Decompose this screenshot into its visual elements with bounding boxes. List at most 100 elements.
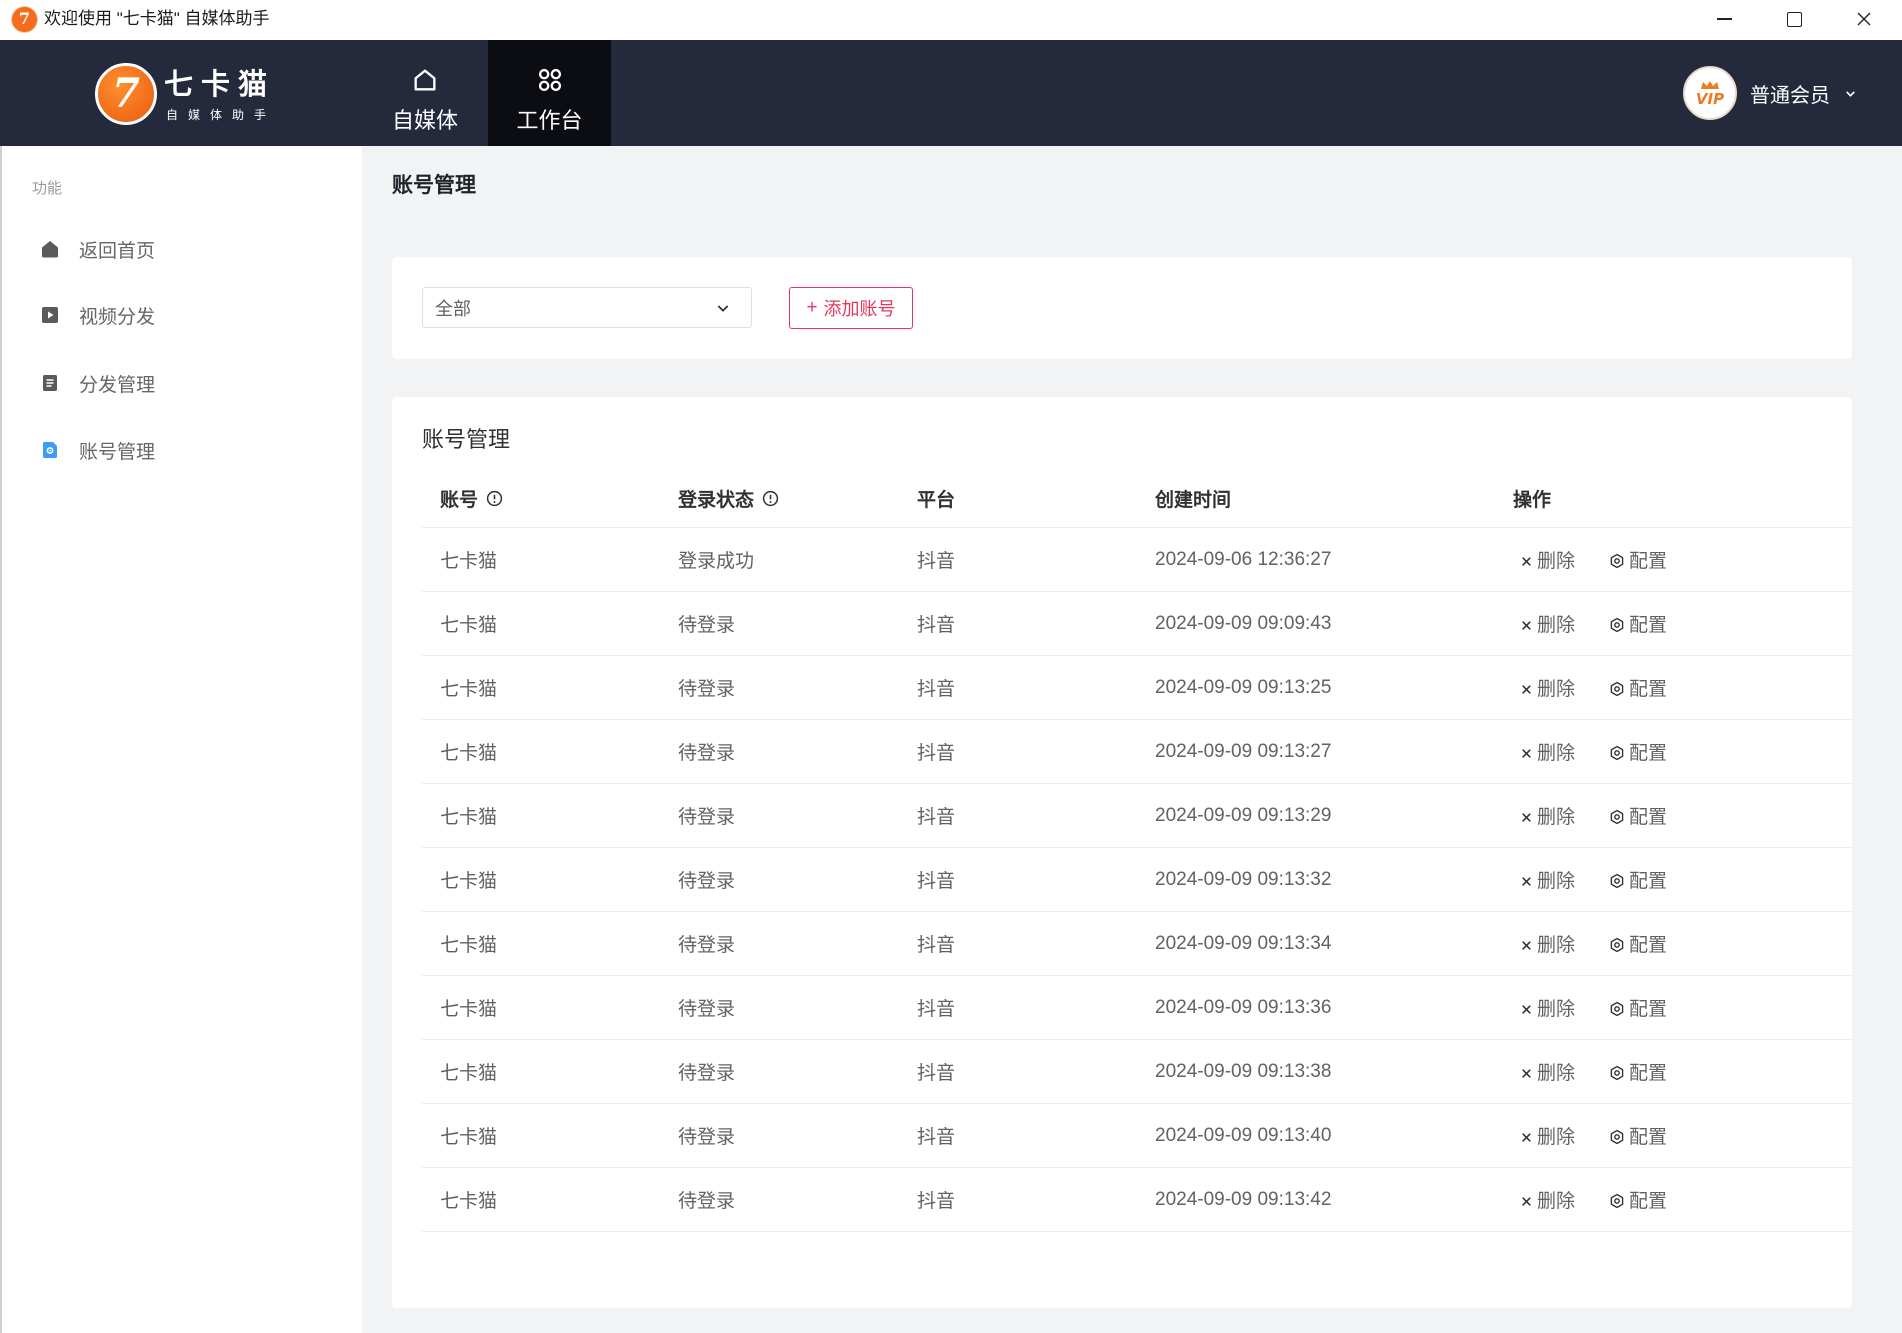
close-icon: [1522, 1004, 1531, 1014]
cell-account: 七卡猫: [440, 999, 498, 1020]
page-title: 账号管理: [392, 174, 476, 197]
close-icon: [1522, 1196, 1531, 1206]
delete-button[interactable]: 删除: [1520, 1122, 1575, 1149]
settings-hex-icon: [1610, 1193, 1624, 1208]
delete-label: 删除: [1537, 1063, 1576, 1084]
config-label: 配置: [1629, 551, 1668, 572]
close-icon: [1522, 1132, 1531, 1142]
cell-actions: 删除 配置: [1495, 592, 1852, 655]
cell-login-status: 待登录: [678, 615, 736, 636]
cell-account: 七卡猫: [440, 1127, 498, 1148]
column-header-account: 账号: [422, 469, 660, 527]
config-button[interactable]: 配置: [1609, 866, 1667, 893]
cell-platform: 抖音: [917, 999, 956, 1020]
delete-button[interactable]: 删除: [1520, 802, 1575, 829]
cell-actions: 删除 配置: [1495, 528, 1852, 591]
user-menu[interactable]: VIP 普通会员: [1683, 65, 1857, 121]
cell-login-status: 待登录: [678, 807, 736, 828]
cell-actions: 删除 配置: [1495, 784, 1852, 847]
delete-label: 删除: [1537, 1191, 1576, 1212]
delete-button[interactable]: 删除: [1520, 610, 1575, 637]
delete-button[interactable]: 删除: [1520, 1058, 1575, 1085]
window-titlebar: 7 欢迎使用 "七卡猫" 自媒体助手: [0, 0, 1902, 40]
config-button[interactable]: 配置: [1609, 802, 1667, 829]
cell-account: 七卡猫: [440, 551, 498, 572]
platform-select[interactable]: 全部: [422, 287, 752, 328]
cell-login-status: 待登录: [678, 679, 736, 700]
config-label: 配置: [1629, 1191, 1668, 1212]
config-button[interactable]: 配置: [1609, 1058, 1667, 1085]
file-settings-icon: [40, 440, 60, 460]
config-button[interactable]: 配置: [1609, 546, 1667, 573]
config-label: 配置: [1629, 615, 1668, 636]
config-button[interactable]: 配置: [1609, 930, 1667, 957]
maximize-icon: [1786, 11, 1802, 27]
delete-button[interactable]: 删除: [1520, 738, 1575, 765]
sidebar-section-label: 功能: [32, 180, 63, 197]
cell-login-status: 待登录: [678, 1127, 736, 1148]
settings-hex-icon: [1610, 553, 1624, 568]
config-button[interactable]: 配置: [1609, 610, 1667, 637]
settings-hex-icon: [1610, 1065, 1624, 1080]
config-button[interactable]: 配置: [1609, 1122, 1667, 1149]
settings-hex-icon: [1610, 873, 1624, 888]
column-header-label: 账号: [440, 489, 479, 511]
cell-created-time: 2024-09-09 09:13:32: [1155, 868, 1332, 890]
config-button[interactable]: 配置: [1609, 738, 1667, 765]
column-header-platform: 平台: [899, 469, 1137, 527]
cell-created-time: 2024-09-09 09:13:40: [1155, 1124, 1332, 1146]
delete-button[interactable]: 删除: [1520, 546, 1575, 573]
maximize-button[interactable]: [1764, 0, 1824, 38]
delete-label: 删除: [1537, 935, 1576, 956]
cell-created-time: 2024-09-09 09:13:27: [1155, 740, 1332, 762]
app-header: 7 七卡猫 自媒体助手 自媒体 工作台 VIP 普通会员: [0, 40, 1902, 146]
cell-actions: 删除 配置: [1495, 1040, 1852, 1103]
config-button[interactable]: 配置: [1609, 994, 1667, 1021]
close-icon: [1522, 748, 1531, 758]
sidebar-item-home[interactable]: 返回首页: [40, 229, 330, 269]
sidebar-item-video-distribution[interactable]: 视频分发: [40, 295, 330, 335]
config-label: 配置: [1629, 743, 1668, 764]
nav-item-workbench[interactable]: 工作台: [488, 40, 611, 146]
info-icon: [762, 490, 779, 507]
cell-created-time: 2024-09-09 09:13:25: [1155, 676, 1332, 698]
table-row: 七卡猫 待登录 抖音 2024-09-09 09:13:36 删除 配置: [422, 976, 1852, 1040]
delete-button[interactable]: 删除: [1520, 994, 1575, 1021]
logo-mark: 7: [95, 63, 157, 125]
settings-hex-icon: [1610, 937, 1624, 952]
config-button[interactable]: 配置: [1609, 674, 1667, 701]
cell-platform: 抖音: [917, 1191, 956, 1212]
sidebar-item-distribution-management[interactable]: 分发管理: [40, 363, 330, 403]
close-icon: [1522, 556, 1531, 566]
nav-label: 自媒体: [391, 108, 458, 133]
table-title: 账号管理: [422, 427, 511, 452]
config-button[interactable]: 配置: [1609, 1186, 1667, 1213]
delete-button[interactable]: 删除: [1520, 1186, 1575, 1213]
info-icon: [486, 490, 503, 507]
minimize-button[interactable]: [1694, 0, 1754, 38]
delete-label: 删除: [1537, 871, 1576, 892]
delete-label: 删除: [1537, 1127, 1576, 1148]
cell-login-status: 登录成功: [678, 551, 755, 572]
cell-login-status: 待登录: [678, 999, 736, 1020]
cell-platform: 抖音: [917, 1063, 956, 1084]
delete-button[interactable]: 删除: [1520, 930, 1575, 957]
close-icon: [1522, 684, 1531, 694]
document-icon: [40, 373, 60, 393]
add-account-button[interactable]: + 添加账号: [789, 287, 913, 329]
brand-tagline: 自媒体助手: [166, 108, 277, 122]
vip-badge-text: VIP: [1695, 89, 1725, 108]
cell-account: 七卡猫: [440, 935, 498, 956]
sidebar-item-account-management[interactable]: 账号管理: [40, 430, 330, 470]
close-button[interactable]: [1834, 0, 1894, 38]
delete-button[interactable]: 删除: [1520, 866, 1575, 893]
window-title: 欢迎使用 "七卡猫" 自媒体助手: [44, 9, 270, 28]
column-header-label: 平台: [917, 489, 956, 511]
top-nav: 自媒体 工作台: [362, 40, 611, 146]
cell-created-time: 2024-09-09 09:13:36: [1155, 996, 1332, 1018]
accounts-table-card: 账号管理 账号 登录状态 平台 创建时间 操作 七卡猫 登录成功 抖音 2024…: [392, 397, 1852, 1308]
settings-hex-icon: [1610, 681, 1624, 696]
nav-item-media[interactable]: 自媒体: [362, 40, 488, 146]
sidebar-item-label: 视频分发: [79, 306, 156, 328]
delete-button[interactable]: 删除: [1520, 674, 1575, 701]
